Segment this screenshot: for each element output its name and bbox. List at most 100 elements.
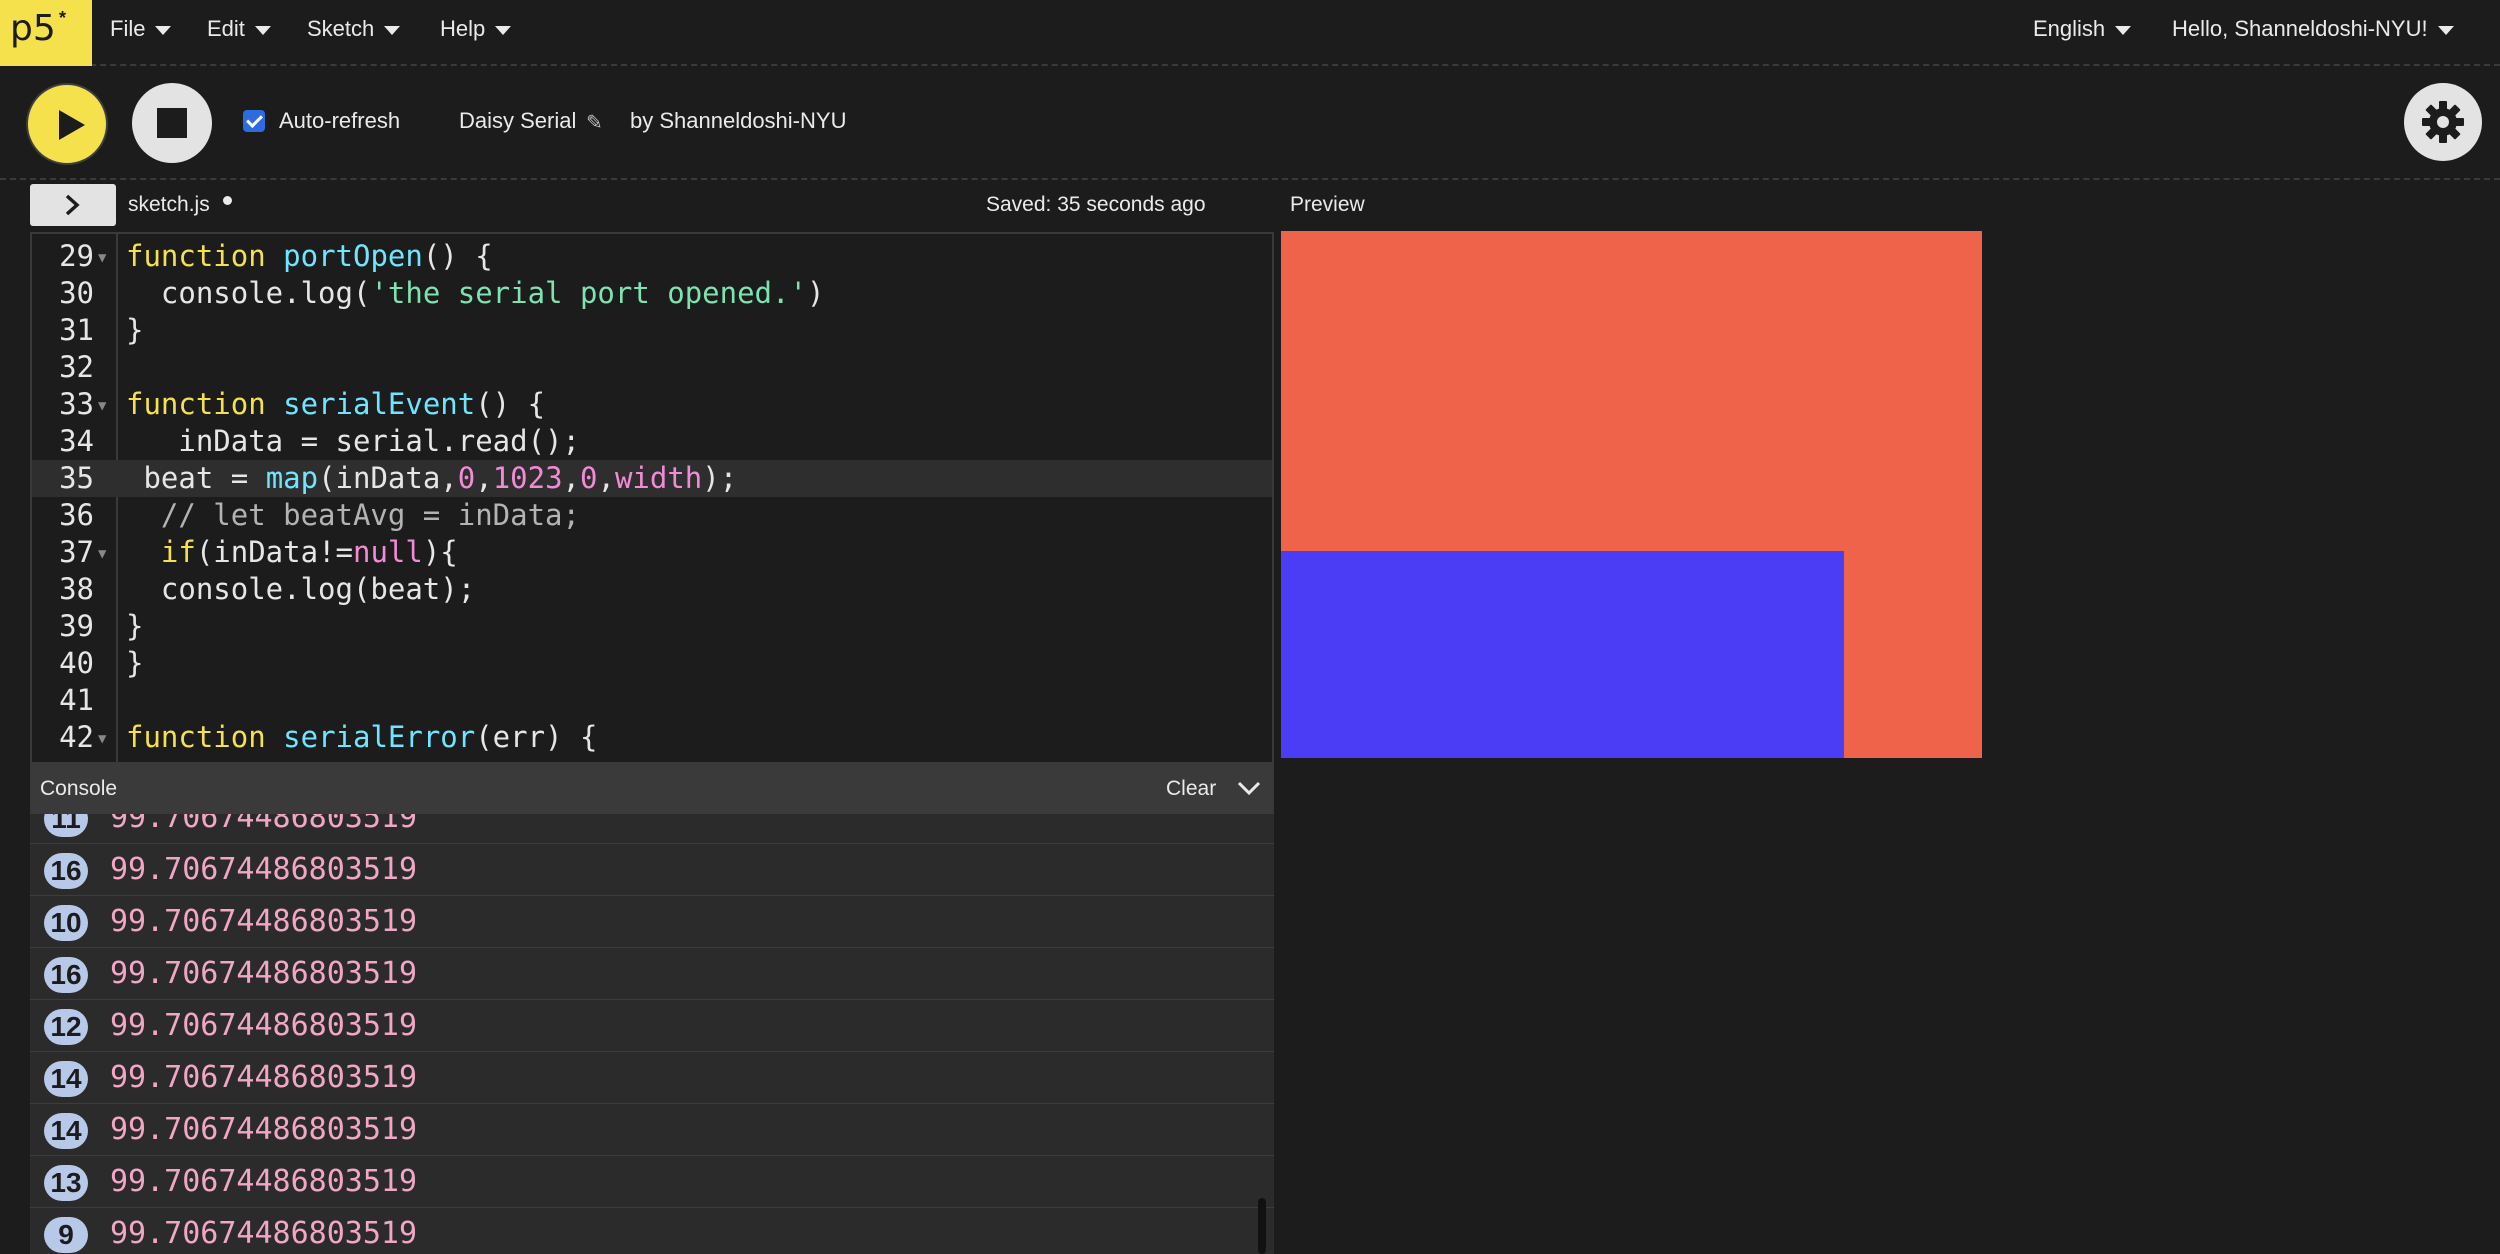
code-function-name: portOpen bbox=[283, 239, 423, 273]
play-button[interactable] bbox=[26, 83, 108, 165]
auto-refresh-label: Auto-refresh bbox=[279, 108, 401, 133]
code-rest: (inData!= bbox=[195, 535, 353, 569]
repeat-count-badge: 9 bbox=[44, 1217, 88, 1253]
fold-arrow-icon[interactable]: ▼ bbox=[98, 536, 106, 573]
code-text: inData = serial.read(); bbox=[126, 424, 580, 458]
code-line[interactable]: 31 } bbox=[32, 312, 1272, 349]
code-text: } bbox=[126, 646, 144, 680]
console-value: 99.70674486803519 bbox=[110, 1060, 418, 1095]
line-number: 39 bbox=[59, 609, 94, 643]
console-entry: 16 99.70674486803519 bbox=[30, 844, 1274, 896]
line-number: 31 bbox=[59, 313, 94, 347]
code-text: beat = map(inData,0,1023,0,width); bbox=[126, 460, 737, 497]
auto-refresh-checkbox[interactable] bbox=[243, 110, 265, 132]
menu-help[interactable]: Help bbox=[440, 16, 512, 42]
menu-help-label: Help bbox=[440, 16, 486, 41]
stop-icon bbox=[157, 108, 187, 138]
code-line[interactable]: 38 console.log(beat); bbox=[32, 571, 1272, 608]
chevron-down-icon bbox=[1237, 781, 1261, 796]
line-number: 35 bbox=[59, 461, 94, 495]
code-rest: (inData, bbox=[318, 461, 458, 495]
stop-button[interactable] bbox=[132, 83, 212, 163]
settings-button[interactable] bbox=[2404, 83, 2482, 161]
code-line[interactable]: 32 bbox=[32, 349, 1272, 386]
code-number: 1023 bbox=[492, 461, 563, 495]
code-builtin: width bbox=[614, 461, 703, 495]
line-number: 30 bbox=[59, 276, 94, 310]
repeat-count-badge: 16 bbox=[44, 853, 88, 889]
console-collapse-button[interactable] bbox=[1236, 779, 1262, 802]
pencil-icon[interactable]: ✎ bbox=[586, 110, 603, 135]
line-number: 42 bbox=[59, 720, 94, 754]
user-menu[interactable]: Hello, Shanneldoshi-NYU! bbox=[2172, 16, 2454, 42]
sketch-name[interactable]: Daisy Serial bbox=[459, 108, 576, 134]
code-line[interactable]: 39 } bbox=[32, 608, 1272, 645]
file-tab-sketch-js[interactable]: sketch.js bbox=[128, 193, 210, 217]
code-rest: , bbox=[475, 461, 493, 495]
sidebar-toggle-button[interactable] bbox=[30, 184, 116, 226]
caret-down-icon bbox=[155, 25, 172, 35]
code-text: function serialEvent() { bbox=[126, 386, 545, 423]
fold-arrow-icon[interactable]: ▼ bbox=[98, 240, 106, 277]
caret-down-icon bbox=[2437, 25, 2454, 35]
console-value: 99.70674486803519 bbox=[110, 1008, 418, 1043]
console-scrollbar[interactable] bbox=[1258, 1198, 1266, 1254]
fold-arrow-icon[interactable]: ▼ bbox=[98, 721, 106, 758]
code-line[interactable]: 36 // let beatAvg = inData; bbox=[32, 497, 1272, 534]
code-line[interactable]: 41 bbox=[32, 682, 1272, 719]
menu-file-label: File bbox=[110, 16, 146, 41]
menu-file[interactable]: File bbox=[110, 16, 172, 42]
caret-down-icon bbox=[495, 25, 512, 35]
code-text: console.log(beat); bbox=[126, 572, 476, 606]
console-output[interactable]: 11 99.70674486803519 16 99.70674486803519 … bbox=[30, 814, 1274, 1254]
preview-rectangle bbox=[1281, 551, 1844, 758]
code-number: 0 bbox=[580, 461, 598, 495]
console-value: 99.70674486803519 bbox=[110, 852, 418, 887]
menu-edit-label: Edit bbox=[207, 16, 245, 41]
chevron-right-icon bbox=[65, 194, 80, 216]
user-greeting: Hello, Shanneldoshi-NYU! bbox=[2172, 16, 2428, 41]
gear-icon bbox=[2422, 101, 2464, 143]
code-rest: ){ bbox=[422, 535, 458, 569]
code-line-active[interactable]: 35 beat = map(inData,0,1023,0,width); bbox=[32, 460, 1272, 497]
language-label: English bbox=[2033, 16, 2106, 41]
language-menu[interactable]: English bbox=[2033, 16, 2132, 42]
console-value: 99.70674486803519 bbox=[110, 956, 418, 991]
code-keyword: function bbox=[126, 720, 266, 754]
repeat-count-badge: 13 bbox=[44, 1165, 88, 1201]
console-header bbox=[30, 762, 1274, 814]
console-clear-button[interactable]: Clear bbox=[1166, 777, 1216, 801]
repeat-count-badge: 12 bbox=[44, 1009, 88, 1045]
play-icon bbox=[59, 110, 85, 140]
console-entry: 11 99.70674486803519 bbox=[30, 814, 1274, 844]
code-keyword: if bbox=[160, 535, 196, 569]
console-entry: 10 99.70674486803519 bbox=[30, 896, 1274, 948]
menu-edit[interactable]: Edit bbox=[207, 16, 271, 42]
code-rest: () { bbox=[422, 239, 493, 273]
console-value: 99.70674486803519 bbox=[110, 814, 418, 835]
menu-sketch-label: Sketch bbox=[307, 16, 375, 41]
console-entry: 14 99.70674486803519 bbox=[30, 1052, 1274, 1104]
code-line[interactable]: 29 ▼ function portOpen() { bbox=[32, 238, 1272, 277]
line-number: 36 bbox=[59, 498, 94, 532]
console-title: Console bbox=[40, 777, 118, 800]
code-line[interactable]: 30 console.log('the serial port opened.'… bbox=[32, 275, 1272, 312]
caret-down-icon bbox=[2115, 25, 2132, 35]
code-line[interactable]: 40 } bbox=[32, 645, 1272, 682]
menu-sketch[interactable]: Sketch bbox=[307, 16, 401, 42]
code-rest bbox=[126, 535, 161, 569]
unsaved-dot-icon bbox=[223, 196, 232, 205]
code-line[interactable]: 33 ▼ function serialEvent() { bbox=[32, 386, 1272, 425]
code-line[interactable]: 37 ▼ if(inData!=null){ bbox=[32, 534, 1272, 573]
code-line[interactable]: 34 inData = serial.read(); bbox=[32, 423, 1272, 460]
fold-arrow-icon[interactable]: ▼ bbox=[98, 388, 106, 425]
code-text: function portOpen() { bbox=[126, 238, 493, 275]
p5-logo[interactable]: p5 * bbox=[0, 0, 92, 66]
saved-status: Saved: 35 seconds ago bbox=[986, 193, 1206, 216]
repeat-count-badge: 16 bbox=[44, 957, 88, 993]
code-line[interactable]: 42 ▼ function serialError(err) { bbox=[32, 719, 1272, 758]
code-null: null bbox=[352, 535, 423, 569]
code-editor[interactable]: 29 ▼ function portOpen() { 30 console.log… bbox=[30, 232, 1274, 762]
code-rest: , bbox=[597, 461, 615, 495]
code-keyword: function bbox=[126, 239, 266, 273]
